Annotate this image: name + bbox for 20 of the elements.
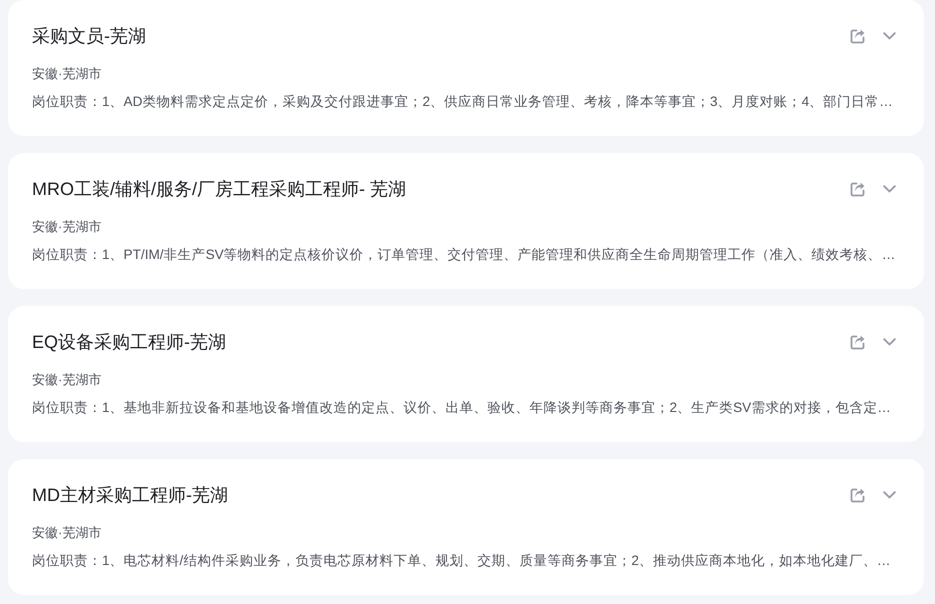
job-card[interactable]: MRO工装/辅料/服务/厂房工程采购工程师- 芜湖 安徽·芜湖市 岗位职责：1、PT/IM/非生产SV等物料的定点核价议价，订单管理、交付管理、产能管理和供应商全生命周期管理工作（准入、绩效考核、… bbox=[8, 153, 924, 289]
job-location: 安徽·芜湖市 bbox=[32, 524, 102, 542]
share-icon bbox=[850, 488, 864, 502]
job-description: 岗位职责：1、电芯材料/结构件采购业务，负责电芯原材料下单、规划、交期、质量等商务事宜；2、推动供应商本地化，如本地化建厂、… bbox=[32, 552, 892, 570]
share-icon bbox=[850, 28, 864, 44]
job-title: EQ设备采购工程师-芜湖 bbox=[32, 331, 226, 354]
job-location: 安徽·芜湖市 bbox=[32, 65, 102, 83]
job-title: MD主材采购工程师-芜湖 bbox=[32, 484, 228, 507]
job-title: MRO工装/辅料/服务/厂房工程采购工程师- 芜湖 bbox=[32, 178, 406, 201]
job-description: 岗位职责：1、基地非新拉设备和基地设备增值改造的定点、议价、出单、验收、年降谈判等商务事宜；2、生产类SV需求的对接，包含定… bbox=[32, 399, 892, 417]
job-location: 安徽·芜湖市 bbox=[32, 371, 102, 389]
job-title: 采购文员-芜湖 bbox=[32, 25, 146, 48]
share-icon bbox=[850, 182, 864, 196]
job-card[interactable]: 采购文员-芜湖 安徽·芜湖市 岗位职责：1、AD类物料需求定点定价，采购及交付跟进事宜；2、供应商日常业务管理、考核，降本等事宜；3、月度对账；4、部门日常… bbox=[8, 0, 924, 136]
job-card[interactable]: EQ设备采购工程师-芜湖 安徽·芜湖市 岗位职责：1、基地非新拉设备和基地设备增值改造的定点、议价、出单、验收、年降谈判等商务事宜；2、生产类SV需求的对接，包含定… bbox=[8, 306, 924, 442]
share-icon bbox=[850, 334, 864, 350]
job-card[interactable]: MD主材采购工程师-芜湖 安徽·芜湖市 岗位职责：1、电芯材料/结构件采购业务，负责电芯原材料下单、规划、交期、质量等商务事宜；2、推动供应商本地化，如本地化建厂、… bbox=[8, 459, 924, 595]
job-description: 岗位职责：1、AD类物料需求定点定价，采购及交付跟进事宜；2、供应商日常业务管理、考核，降本等事宜；3、月度对账；4、部门日常… bbox=[32, 93, 894, 111]
job-location: 安徽·芜湖市 bbox=[32, 218, 102, 236]
job-description: 岗位职责：1、PT/IM/非生产SV等物料的定点核价议价，订单管理、交付管理、产能管理和供应商全生命周期管理工作（准入、绩效考核、… bbox=[32, 246, 896, 264]
